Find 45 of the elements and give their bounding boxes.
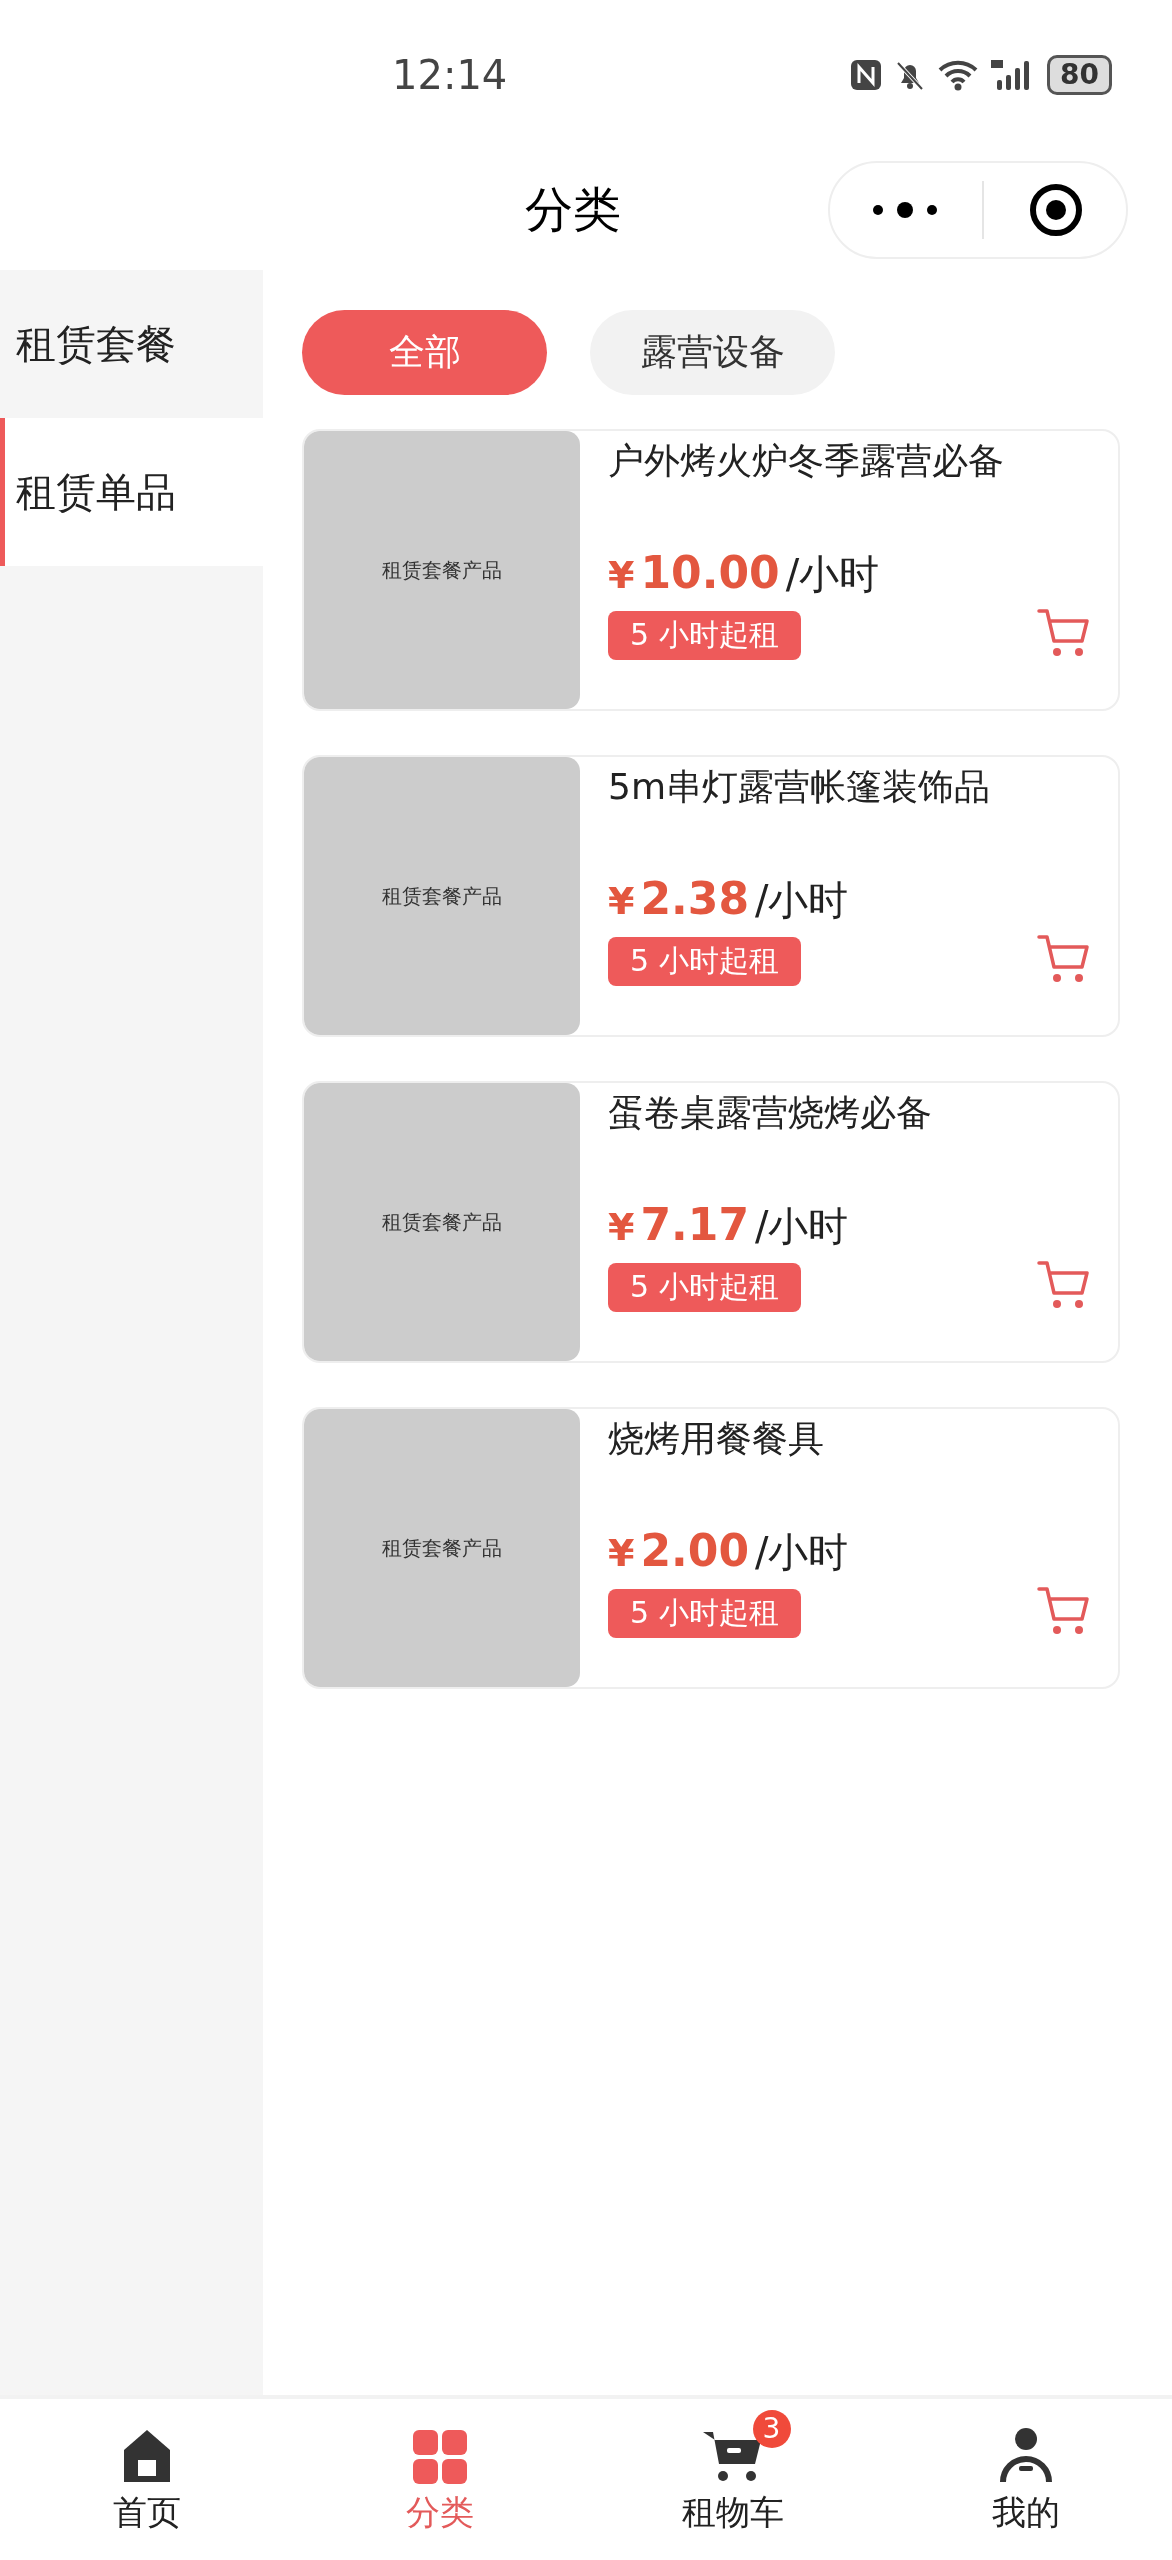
nfc-icon <box>849 58 884 92</box>
sidebar-item[interactable]: 租赁单品 <box>0 418 263 566</box>
product-name: 烧烤用餐餐具 <box>608 1417 825 1461</box>
price-unit: /小时 <box>755 1202 849 1251</box>
page-title: 分类 <box>525 180 621 239</box>
currency-symbol: ¥ <box>608 1531 635 1575</box>
min-rent-tag: 5 小时起租 <box>608 611 801 660</box>
min-rent-tag: 5 小时起租 <box>608 1589 801 1638</box>
tab-bar-item[interactable]: 分类 <box>293 2399 586 2560</box>
person-icon <box>997 2425 1054 2484</box>
product-name: 蛋卷桌露营烧烤必备 <box>608 1091 933 1135</box>
product-name: 5m串灯露营帐篷装饰品 <box>608 765 991 809</box>
tab-bar-item[interactable]: 我的 <box>879 2399 1172 2560</box>
product-card[interactable]: 租赁套餐产品 5m串灯露营帐篷装饰品 ¥2.38/小时 5 小时起租 <box>302 755 1120 1037</box>
more-icon[interactable] <box>872 200 938 220</box>
tab-bar-item[interactable]: 首页 <box>0 2399 293 2560</box>
placeholder-text: 租赁套餐产品 <box>382 882 502 910</box>
currency-symbol: ¥ <box>608 553 635 597</box>
placeholder-text: 租赁套餐产品 <box>382 1208 502 1236</box>
product-card[interactable]: 租赁套餐产品 户外烤火炉冬季露营必备 ¥10.00/小时 5 小时起租 <box>302 429 1120 711</box>
product-card[interactable]: 租赁套餐产品 蛋卷桌露营烧烤必备 ¥7.17/小时 5 小时起租 <box>302 1081 1120 1363</box>
price-unit: /小时 <box>755 876 849 925</box>
product-price: 7.17 <box>640 1199 749 1250</box>
currency-symbol: ¥ <box>608 1205 635 1249</box>
product-name: 户外烤火炉冬季露营必备 <box>608 439 1005 483</box>
wifi-icon <box>937 58 980 92</box>
sidebar-item[interactable]: 租赁套餐 <box>0 270 263 418</box>
product-price: 2.38 <box>640 873 749 924</box>
placeholder-text: 租赁套餐产品 <box>382 556 502 584</box>
battery-indicator: 80 <box>1047 55 1112 95</box>
status-time: 12:14 <box>392 52 508 98</box>
home-icon <box>121 2427 172 2484</box>
filter-chip[interactable]: 露营设备 <box>590 310 835 395</box>
tab-bar-item[interactable]: 3 租物车 <box>586 2399 879 2560</box>
min-rent-tag: 5 小时起租 <box>608 1263 801 1312</box>
product-card[interactable]: 租赁套餐产品 烧烤用餐餐具 ¥2.00/小时 5 小时起租 <box>302 1407 1120 1689</box>
currency-symbol: ¥ <box>608 879 635 923</box>
product-price: 2.00 <box>640 1525 749 1576</box>
count-badge: 3 <box>752 2409 791 2448</box>
placeholder-text: 租赁套餐产品 <box>382 1534 502 1562</box>
product-price: 10.00 <box>640 547 780 598</box>
grid-icon <box>412 2429 467 2484</box>
price-unit: /小时 <box>755 1528 849 1577</box>
price-unit: /小时 <box>785 550 880 599</box>
min-rent-tag: 5 小时起租 <box>608 937 801 986</box>
